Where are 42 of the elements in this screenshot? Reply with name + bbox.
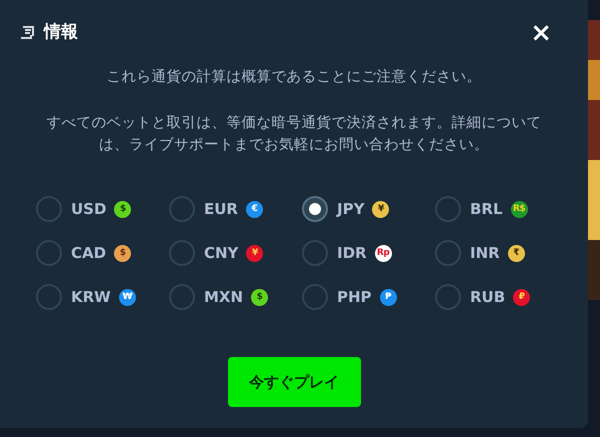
notice-text: これら通貨の計算は概算であることにご注意ください。 — [106, 68, 482, 87]
currency-icon: $ — [251, 288, 268, 306]
radio-button[interactable] — [435, 196, 461, 222]
play-now-button[interactable]: 今すぐプレイ — [228, 357, 360, 407]
currency-icon: ¥ — [246, 244, 264, 262]
radio-button[interactable] — [435, 284, 461, 310]
currency-icon: Rp — [374, 244, 392, 262]
currency-code: CAD — [71, 242, 106, 264]
currency-icon: ¥ — [372, 200, 390, 218]
currency-code: JPY — [337, 198, 364, 220]
currency-icon: ₹ — [508, 244, 525, 262]
currency-icon: $ — [114, 200, 132, 218]
currency-code: MXN — [204, 286, 244, 308]
radio-button[interactable] — [169, 196, 195, 222]
currency-icon: R$ — [510, 200, 528, 218]
notice-text: すべてのベットと取引は、等価な暗号通貨で決済されます。詳細については、ライブサポートまでお気軽にお問い合わせください。 — [46, 114, 542, 155]
radio-button[interactable] — [36, 196, 62, 222]
currency-code: BRL — [470, 198, 503, 220]
dialog-title: 情報 — [44, 21, 78, 44]
currency-code: CNY — [204, 242, 238, 264]
currency-code: EUR — [204, 198, 238, 220]
currency-icon: € — [246, 200, 263, 218]
currency-code: INR — [470, 242, 500, 264]
close-button[interactable]: × — [530, 20, 552, 46]
radio-button[interactable] — [435, 240, 461, 266]
radio-button[interactable] — [302, 240, 328, 266]
currency-icon: ₽ — [513, 288, 530, 306]
currency-code: RUB — [470, 286, 506, 308]
radio-button[interactable] — [169, 240, 195, 266]
currency-code: IDR — [337, 242, 367, 264]
radio-button[interactable] — [302, 196, 328, 222]
currency-icon: ₱ — [380, 288, 397, 306]
radio-button[interactable] — [302, 284, 328, 310]
currency-code: KRW — [71, 286, 111, 308]
document-icon — [20, 26, 36, 40]
radio-button[interactable] — [36, 240, 62, 266]
currency-icon: ₩ — [118, 288, 136, 306]
radio-button[interactable] — [36, 284, 62, 310]
radio-button[interactable] — [169, 284, 195, 310]
currency-code: USD — [71, 198, 106, 220]
currency-icon: $ — [114, 244, 132, 262]
currency-code: PHP — [337, 286, 372, 308]
